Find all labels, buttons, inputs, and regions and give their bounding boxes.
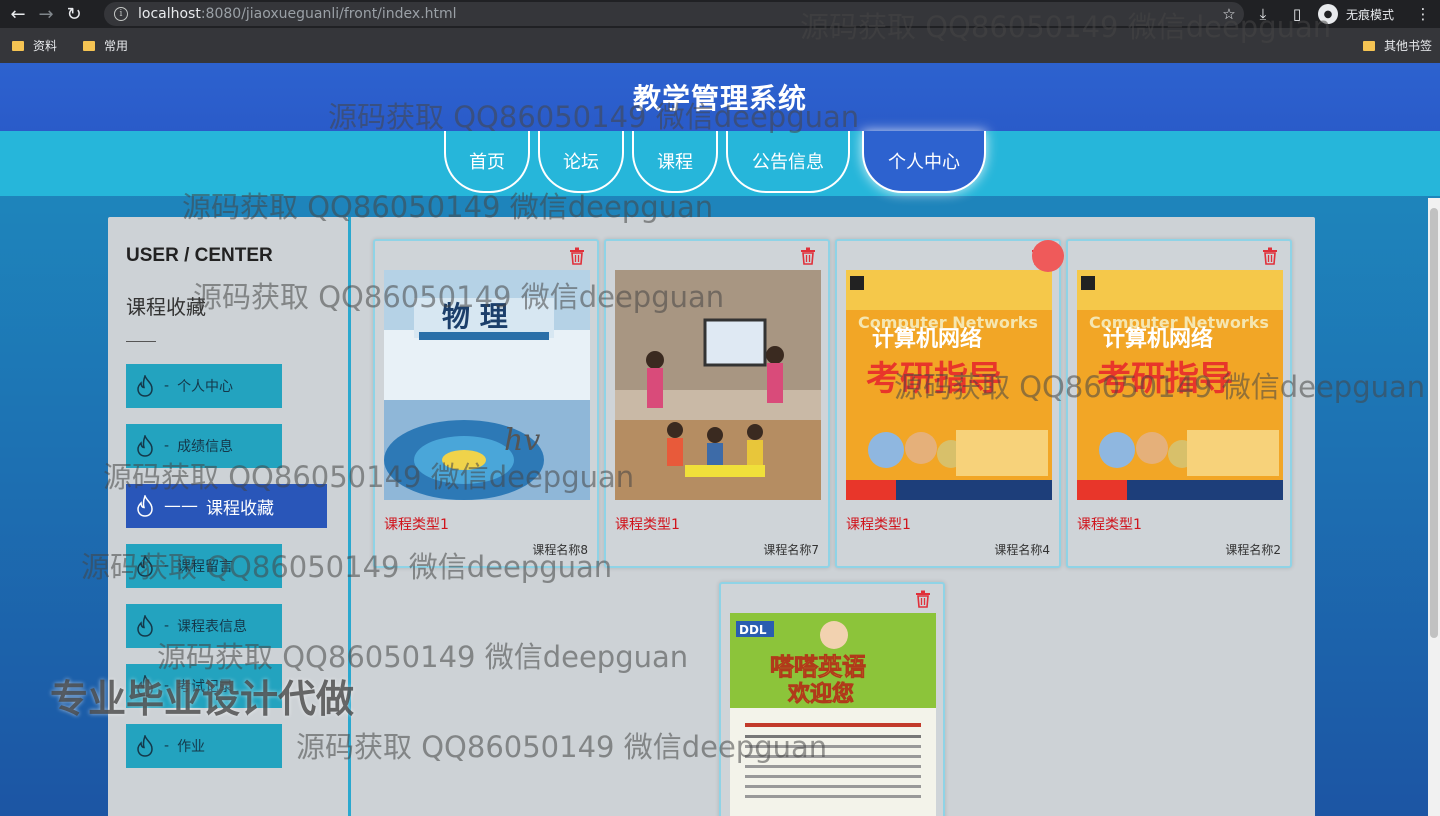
course-image[interactable]: 物 理 hv — [384, 270, 590, 500]
download-icon[interactable]: ⤓ — [1246, 0, 1280, 28]
trash-icon[interactable] — [915, 590, 931, 608]
bookmark-folder-ziliao[interactable]: 资料 — [12, 37, 57, 54]
trash-icon[interactable] — [1262, 247, 1278, 265]
course-card[interactable]: 课程类型1 课程名称7 — [604, 239, 830, 568]
course-card[interactable]: DDL 嗒嗒英语 欢迎您 — [719, 582, 945, 816]
url-host: localhost — [138, 6, 201, 22]
course-type: 课程类型1 — [1077, 517, 1142, 533]
bookmarks-bar: 资料 常用 其他书签 — [0, 28, 1440, 63]
course-type: 课程类型1 — [384, 517, 449, 533]
course-card[interactable]: 物 理 hv 课程类型1 课程名称8 — [373, 239, 599, 568]
svg-text:hv: hv — [504, 423, 540, 458]
incognito-icon: ● — [1317, 4, 1338, 24]
sidebar-item[interactable]: - 课程留言 — [126, 544, 282, 588]
site-header: 教学管理系统 — [0, 63, 1440, 131]
promo-banner: 专业毕业设计代做 — [50, 677, 355, 721]
sidebar-item[interactable]: - 成绩信息 — [126, 424, 282, 468]
site-title: 教学管理系统 — [632, 82, 807, 115]
course-image[interactable]: Computer Networks 计算机网络 考研指导 — [1077, 270, 1283, 500]
course-card[interactable]: Computer Networks 计算机网络 考研指导 课程类型1 课程名称2 — [1066, 239, 1292, 568]
nav-course[interactable]: 课程 — [632, 131, 718, 193]
sidebar-title: USER / CENTER — [126, 245, 273, 266]
incognito-label: 无痕模式 — [1345, 7, 1394, 22]
nav-home[interactable]: 首页 — [444, 131, 530, 193]
svg-text:计算机网络: 计算机网络 — [1103, 326, 1213, 352]
bookmark-star-icon[interactable]: ☆ — [1212, 0, 1246, 28]
flame-icon — [134, 374, 156, 398]
course-image[interactable]: Computer Networks 计算机网络 考研指导 — [846, 270, 1052, 500]
dash-separator: —— — [164, 496, 198, 516]
flame-icon — [134, 614, 156, 638]
sidebar-item-label: 课程留言 — [177, 559, 234, 575]
course-card[interactable]: Computer Networks 计算机网络 考研指导 课程类型1 课程名称4 — [835, 239, 1061, 568]
course-name: 课程名称7 — [763, 543, 819, 557]
forward-icon[interactable]: → — [32, 0, 60, 28]
folder-icon — [12, 40, 24, 51]
dash-separator: - — [164, 738, 170, 754]
dash-separator: - — [164, 618, 170, 634]
sidebar-item-label: 课程收藏 — [206, 498, 274, 519]
svg-text:欢迎您: 欢迎您 — [787, 681, 854, 707]
svg-text:DDL: DDL — [739, 623, 767, 637]
sidebar-item[interactable]: - 个人中心 — [126, 364, 282, 408]
sidebar-item-label: 课程表信息 — [177, 619, 248, 635]
flame-icon — [134, 434, 156, 458]
reload-icon[interactable]: ↻ — [60, 0, 88, 28]
course-type: 课程类型1 — [846, 517, 911, 533]
bookmark-folder-changyong[interactable]: 常用 — [83, 37, 128, 54]
sidebar-subtitle: 课程收藏 — [126, 295, 206, 319]
incognito-indicator[interactable]: ● 无痕模式 — [1314, 0, 1406, 28]
trash-hover-highlight[interactable] — [1032, 240, 1064, 272]
course-image[interactable]: DDL 嗒嗒英语 欢迎您 — [730, 613, 936, 816]
site-info-icon[interactable]: i — [114, 7, 128, 21]
course-name: 课程名称2 — [1225, 543, 1281, 557]
sidepanel-icon[interactable]: ▯ — [1280, 0, 1314, 28]
sidebar-item-label: 个人中心 — [177, 379, 234, 395]
course-name: 课程名称8 — [532, 543, 588, 557]
browser-toolbar: ← → ↻ i localhost:8080/jiaoxueguanli/fro… — [0, 0, 1440, 28]
sidebar-item[interactable]: - 作业 — [126, 724, 282, 768]
nav-user-center[interactable]: 个人中心 — [862, 131, 986, 193]
svg-text:考研指导: 考研指导 — [1097, 359, 1233, 399]
trash-icon[interactable] — [569, 247, 585, 265]
sidebar-item-label: 成绩信息 — [177, 439, 234, 455]
folder-icon — [83, 40, 96, 51]
trash-icon[interactable] — [800, 247, 816, 265]
svg-text:嗒嗒英语: 嗒嗒英语 — [770, 653, 866, 681]
sidebar-item[interactable]: —— 课程收藏 — [126, 484, 327, 528]
bookmark-folder-other[interactable]: 其他书签 — [1362, 28, 1432, 63]
content-panel: USER / CENTER 课程收藏 - 个人中心 - 成绩信息 —— 课程收藏 - 课程留言… — [108, 217, 1315, 816]
sidebar-underline — [126, 341, 156, 342]
address-bar[interactable]: i localhost:8080/jiaoxueguanli/front/ind… — [104, 2, 1244, 26]
svg-text:计算机网络: 计算机网络 — [872, 326, 982, 352]
menu-kebab-icon[interactable]: ⋮ — [1406, 0, 1440, 28]
sidebar-divider — [348, 217, 351, 816]
page-scrollbar[interactable] — [1428, 198, 1440, 816]
url-path: :8080/jiaoxueguanli/front/index.html — [200, 6, 457, 22]
flame-icon — [134, 494, 156, 518]
flame-icon — [134, 554, 156, 578]
flame-icon — [134, 734, 156, 758]
course-image[interactable] — [615, 270, 821, 500]
svg-text:考研指导: 考研指导 — [866, 359, 1002, 399]
scrollbar-thumb[interactable] — [1430, 208, 1438, 638]
dash-separator: - — [164, 438, 170, 454]
svg-text:物 理: 物 理 — [442, 300, 508, 333]
course-type: 课程类型1 — [615, 517, 680, 533]
nav-forum[interactable]: 论坛 — [538, 131, 624, 193]
folder-icon — [1362, 40, 1375, 51]
back-icon[interactable]: ← — [4, 0, 32, 28]
sidebar-item[interactable]: - 课程表信息 — [126, 604, 282, 648]
main-nav: 首页 论坛 课程 公告信息 个人中心 — [444, 131, 994, 196]
sidebar-item-label: 作业 — [177, 739, 206, 755]
course-name: 课程名称4 — [994, 543, 1050, 557]
dash-separator: - — [164, 558, 170, 574]
dash-separator: - — [164, 378, 170, 394]
nav-notice[interactable]: 公告信息 — [726, 131, 850, 193]
